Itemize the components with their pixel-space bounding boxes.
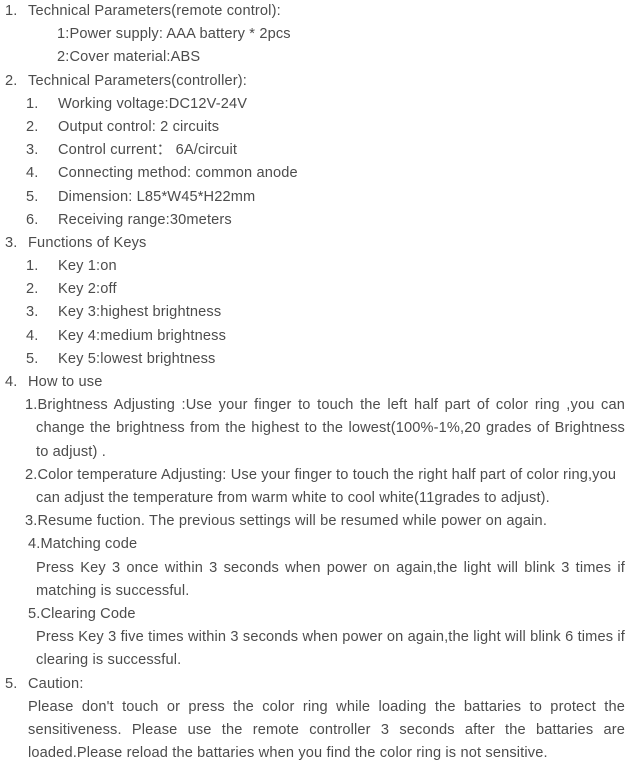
section-2-item-3-marker: 3. xyxy=(26,142,39,159)
section-2-item-4-text: Connecting method: common anode xyxy=(58,165,298,182)
section-2-item-5-text: Dimension: L85*W45*H22mm xyxy=(58,188,256,205)
section-2-item-3-text: Control current： 6A/circuit xyxy=(58,142,238,159)
section-2-item-6-text: Receiving range:30meters xyxy=(58,211,232,228)
section-3-item-3: 3. Key 3:highest brightness xyxy=(0,301,629,324)
section-4-heading-text: How to use xyxy=(28,374,103,390)
clearing-code-body: Press Key 3 five times within 3 seconds … xyxy=(36,629,625,669)
section-2-heading-text: Technical Parameters(controller): xyxy=(28,72,247,89)
section-2-item-6: 6. Receiving range:30meters xyxy=(0,209,629,232)
manual-page: 1. Technical Parameters(remote control):… xyxy=(0,0,629,768)
section-3-item-3-marker: 3. xyxy=(26,304,39,321)
section-3-item-2-text: Key 2:off xyxy=(58,281,117,298)
matching-code-body: Press Key 3 once within 3 seconds when p… xyxy=(36,559,625,599)
section-2-item-5-marker: 5. xyxy=(26,188,39,205)
section-2-item-1-marker: 1. xyxy=(26,95,39,112)
section-2-item-2-text: Output control: 2 circuits xyxy=(58,118,220,135)
section-1-item-1: 1:Power supply: AAA battery * 2pcs xyxy=(57,26,291,43)
section-2-item-2: 2. Output control: 2 circuits xyxy=(0,116,629,139)
color-temperature-paragraph: 2.Color temperature Adjusting: Use your … xyxy=(25,466,617,506)
section-4-number: 4. xyxy=(5,374,18,390)
section-2-item-3: 3. Control current： 6A/circuit xyxy=(0,139,629,162)
clearing-code-title: 5.Clearing Code xyxy=(28,606,136,623)
section-3-item-1-marker: 1. xyxy=(26,258,39,275)
section-2-item-5: 5. Dimension: L85*W45*H22mm xyxy=(0,186,629,209)
section-2-item-1: 1. Working voltage:DC12V-24V xyxy=(0,93,629,116)
section-3-number: 3. xyxy=(5,234,18,251)
section-3-item-4-marker: 4. xyxy=(26,327,39,344)
section-3-item-5-marker: 5. xyxy=(26,350,39,367)
section-5-heading-text: Caution: xyxy=(28,675,84,692)
section-3-item-3-text: Key 3:highest brightness xyxy=(58,304,222,321)
section-3-heading: 3. Functions of Keys xyxy=(0,232,629,255)
caution-body: Please don't touch or press the color ri… xyxy=(28,698,625,762)
section-3-item-5-text: Key 5:lowest brightness xyxy=(58,350,216,367)
section-3-item-4-text: Key 4:medium brightness xyxy=(58,327,227,344)
section-5-number: 5. xyxy=(5,675,18,692)
section-3-item-4: 4. Key 4:medium brightness xyxy=(0,325,629,348)
matching-code-title: 4.Matching code xyxy=(28,536,138,553)
brightness-adjusting-paragraph: 1.Brightness Adjusting :Use your finger … xyxy=(25,397,625,460)
section-2-heading: 2. Technical Parameters(controller): xyxy=(0,70,629,93)
resume-function-paragraph: 3.Resume fuction. The previous settings … xyxy=(25,513,548,530)
section-1-item-2: 2:Cover material:ABS xyxy=(57,49,201,66)
section-2-item-2-marker: 2. xyxy=(26,118,39,135)
section-5-heading: 5. Caution: xyxy=(0,673,629,696)
section-2-item-6-marker: 6. xyxy=(26,211,39,228)
section-3-item-1: 1. Key 1:on xyxy=(0,255,629,278)
section-1-number: 1. xyxy=(5,3,18,19)
section-4-heading: 4. How to use xyxy=(0,371,629,394)
section-2-number: 2. xyxy=(5,72,18,89)
section-3-item-1-text: Key 1:on xyxy=(58,258,117,275)
section-3-heading-text: Functions of Keys xyxy=(28,234,147,251)
section-3-item-2-marker: 2. xyxy=(26,281,39,298)
section-2-item-4-marker: 4. xyxy=(26,165,39,182)
section-1-heading-text: Technical Parameters(remote control): xyxy=(28,3,281,19)
section-2-item-4: 4. Connecting method: common anode xyxy=(0,162,629,185)
section-2-item-1-text: Working voltage:DC12V-24V xyxy=(58,95,248,112)
section-3-item-5: 5. Key 5:lowest brightness xyxy=(0,348,629,371)
section-1-heading: 1. Technical Parameters(remote control): xyxy=(0,0,629,23)
section-3-item-2: 2. Key 2:off xyxy=(0,278,629,301)
